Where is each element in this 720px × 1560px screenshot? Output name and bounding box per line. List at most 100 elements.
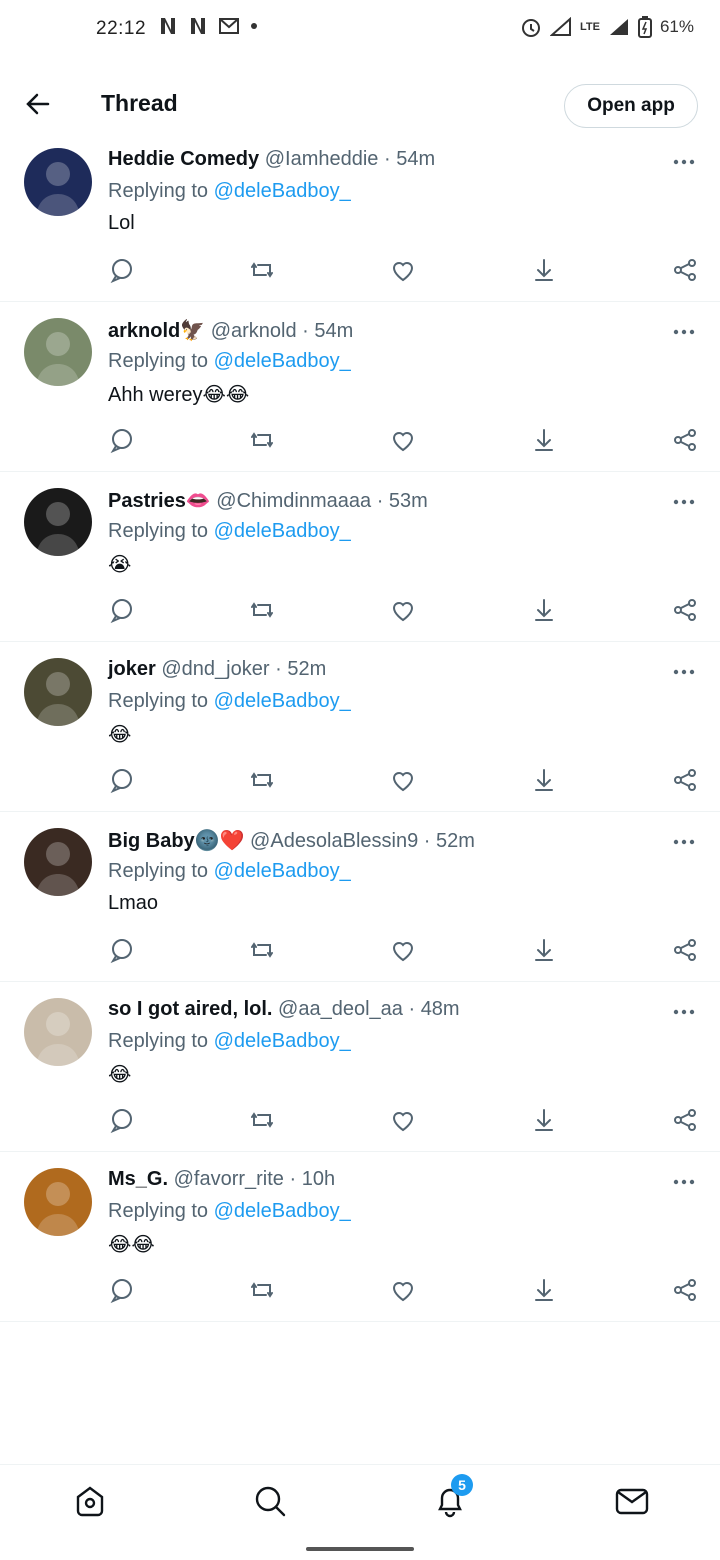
tweet[interactable]: Big Baby🌚❤️ @AdesolaBlessin9 · 52m Reply… (0, 812, 720, 982)
like-button[interactable] (389, 936, 417, 964)
more-button[interactable] (672, 322, 696, 342)
replying-to-handle[interactable]: @deleBadboy_ (214, 1030, 351, 1052)
tweet[interactable]: joker @dnd_joker · 52m Replying to @dele… (0, 642, 720, 812)
display-name[interactable]: joker (108, 658, 156, 680)
share-button[interactable] (671, 256, 699, 284)
retweet-button[interactable] (248, 1276, 276, 1304)
like-button[interactable] (389, 426, 417, 454)
user-handle[interactable]: @AdesolaBlessin9 (250, 830, 418, 852)
download-button[interactable] (530, 1276, 558, 1304)
like-icon (392, 602, 414, 622)
display-name[interactable]: Pastries👄 (108, 490, 211, 512)
tweet[interactable]: Pastries👄 @Chimdinmaaaa · 53m Replying t… (0, 472, 720, 642)
avatar-image (24, 828, 92, 896)
retweet-button[interactable] (248, 936, 276, 964)
reply-button[interactable] (108, 596, 136, 624)
reply-button[interactable] (108, 766, 136, 794)
more-button[interactable] (672, 492, 696, 512)
replying-to-handle[interactable]: @deleBadboy_ (214, 350, 351, 372)
like-button[interactable] (389, 1276, 417, 1304)
open-app-button[interactable]: Open app (564, 84, 698, 128)
search-icon (255, 1486, 286, 1517)
share-button[interactable] (671, 596, 699, 624)
tweet-time[interactable]: 54m (314, 320, 353, 342)
download-button[interactable] (530, 596, 558, 624)
share-button[interactable] (671, 426, 699, 454)
user-handle[interactable]: @favorr_rite (174, 1168, 284, 1190)
tweet[interactable]: so I got aired, lol. @aa_deol_aa · 48m R… (0, 982, 720, 1152)
more-button[interactable] (672, 832, 696, 852)
replying-to-handle[interactable]: @deleBadboy_ (214, 860, 351, 882)
reply-button[interactable] (108, 256, 136, 284)
nav-search-button[interactable] (252, 1483, 288, 1519)
reply-button[interactable] (108, 936, 136, 964)
user-handle[interactable]: @Iamheddie (265, 148, 379, 170)
reply-button[interactable] (108, 426, 136, 454)
more-icon (673, 499, 695, 505)
share-button[interactable] (671, 1276, 699, 1304)
netflix-n-icon (161, 18, 175, 34)
mail-icon (615, 1488, 649, 1515)
like-button[interactable] (389, 256, 417, 284)
display-name[interactable]: Ms_G. (108, 1168, 168, 1190)
tweet-time[interactable]: 52m (436, 830, 475, 852)
share-button[interactable] (671, 766, 699, 794)
avatar[interactable] (24, 828, 92, 896)
tweet[interactable]: Ms_G. @favorr_rite · 10h Replying to @de… (0, 1152, 720, 1322)
avatar[interactable] (24, 318, 92, 386)
like-button[interactable] (389, 1106, 417, 1134)
replying-to-handle[interactable]: @deleBadboy_ (214, 1200, 351, 1222)
replying-to-handle[interactable]: @deleBadboy_ (214, 690, 351, 712)
replying-to-handle[interactable]: @deleBadboy_ (214, 180, 351, 202)
more-button[interactable] (672, 662, 696, 682)
reply-button[interactable] (108, 1276, 136, 1304)
download-button[interactable] (530, 766, 558, 794)
tweet-time[interactable]: 10h (302, 1168, 335, 1190)
tweet-text: 😂 (108, 724, 132, 746)
nav-messages-button[interactable] (614, 1483, 650, 1519)
replying-to-handle[interactable]: @deleBadboy_ (214, 520, 351, 542)
retweet-button[interactable] (248, 596, 276, 624)
avatar[interactable] (24, 148, 92, 216)
display-name[interactable]: so I got aired, lol. (108, 998, 272, 1020)
user-handle[interactable]: @aa_deol_aa (278, 998, 403, 1020)
display-name[interactable]: arknold🦅 (108, 320, 205, 342)
avatar-image (24, 998, 92, 1066)
user-handle[interactable]: @dnd_joker (161, 658, 269, 680)
retweet-button[interactable] (248, 426, 276, 454)
tweet-actions (108, 936, 698, 964)
tweet[interactable]: arknold🦅 @arknold · 54m Replying to @del… (0, 302, 720, 472)
retweet-button[interactable] (248, 1106, 276, 1134)
like-button[interactable] (389, 766, 417, 794)
tweet-time[interactable]: 48m (421, 998, 460, 1020)
download-button[interactable] (530, 256, 558, 284)
more-button[interactable] (672, 1002, 696, 1022)
home-indicator[interactable] (306, 1547, 414, 1551)
display-name[interactable]: Big Baby🌚❤️ (108, 830, 244, 852)
avatar[interactable] (24, 1168, 92, 1236)
share-button[interactable] (671, 1106, 699, 1134)
tweet-time[interactable]: 53m (389, 490, 428, 512)
like-button[interactable] (389, 596, 417, 624)
download-button[interactable] (530, 1106, 558, 1134)
user-handle[interactable]: @arknold (211, 320, 297, 342)
more-button[interactable] (672, 152, 696, 172)
download-button[interactable] (530, 936, 558, 964)
tweet[interactable]: Heddie Comedy @Iamheddie · 54m Replying … (0, 132, 720, 302)
display-name[interactable]: Heddie Comedy (108, 148, 259, 170)
download-button[interactable] (530, 426, 558, 454)
user-handle[interactable]: @Chimdinmaaaa (216, 490, 371, 512)
tweet-time[interactable]: 52m (287, 658, 326, 680)
share-button[interactable] (671, 936, 699, 964)
retweet-button[interactable] (248, 256, 276, 284)
more-button[interactable] (672, 1172, 696, 1192)
back-button[interactable] (22, 88, 54, 120)
nav-home-button[interactable] (72, 1483, 108, 1519)
avatar[interactable] (24, 998, 92, 1066)
tweet-time[interactable]: 54m (396, 148, 435, 170)
reply-button[interactable] (108, 1106, 136, 1134)
avatar[interactable] (24, 658, 92, 726)
retweet-button[interactable] (248, 766, 276, 794)
reply-feed: Heddie Comedy @Iamheddie · 54m Replying … (0, 132, 720, 1322)
avatar[interactable] (24, 488, 92, 556)
